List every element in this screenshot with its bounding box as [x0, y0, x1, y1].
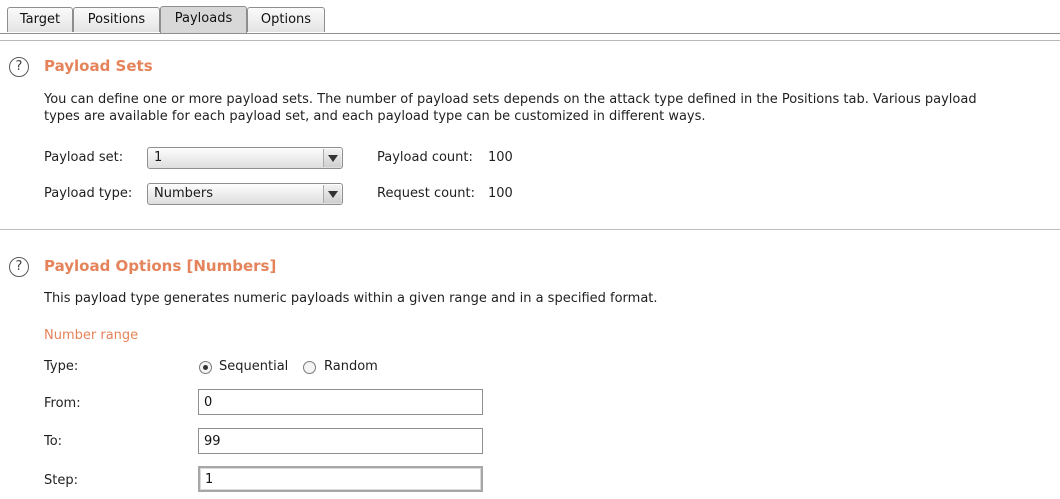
tab-payloads[interactable]: Payloads: [160, 6, 247, 34]
tab-positions[interactable]: Positions: [73, 7, 160, 32]
request-count-label: Request count:: [377, 186, 475, 201]
random-radio[interactable]: [303, 361, 316, 374]
panel-top-border: [0, 40, 1060, 41]
payload-options-description: This payload type generates numeric payl…: [44, 291, 658, 306]
dropdown-arrow-icon[interactable]: [323, 149, 341, 167]
number-range-heading: Number range: [44, 328, 139, 343]
from-input[interactable]: [198, 389, 483, 415]
help-icon[interactable]: ?: [9, 257, 29, 277]
payload-type-label: Payload type:: [44, 186, 133, 201]
payload-count-value: 100: [488, 150, 513, 165]
payload-type-value: Numbers: [154, 186, 213, 201]
payload-sets-title: Payload Sets: [44, 57, 153, 75]
request-count-value: 100: [488, 186, 513, 201]
tab-bar: Target Positions Payloads Options: [0, 0, 1060, 34]
tab-target[interactable]: Target: [7, 7, 73, 32]
step-input[interactable]: [198, 466, 483, 492]
payload-sets-description-line2: types are available for each payload set…: [44, 109, 706, 124]
payload-set-select[interactable]: 1: [147, 147, 343, 169]
random-label[interactable]: Random: [324, 359, 378, 374]
section-divider: [0, 229, 1060, 230]
dropdown-arrow-icon[interactable]: [323, 185, 341, 203]
payload-set-value: 1: [154, 150, 163, 165]
tab-bar-border: [0, 33, 1060, 34]
to-label: To:: [44, 434, 63, 449]
payload-set-label: Payload set:: [44, 150, 124, 165]
payload-count-label: Payload count:: [377, 150, 473, 165]
type-label: Type:: [44, 359, 79, 374]
step-label: Step:: [44, 473, 78, 488]
sequential-radio[interactable]: [199, 361, 212, 374]
sequential-label[interactable]: Sequential: [219, 359, 288, 374]
help-icon[interactable]: ?: [9, 57, 29, 77]
to-input[interactable]: [198, 428, 483, 454]
payload-type-select[interactable]: Numbers: [147, 183, 343, 205]
payload-options-title: Payload Options [Numbers]: [44, 257, 277, 275]
from-label: From:: [44, 396, 81, 411]
tab-options[interactable]: Options: [247, 7, 325, 32]
